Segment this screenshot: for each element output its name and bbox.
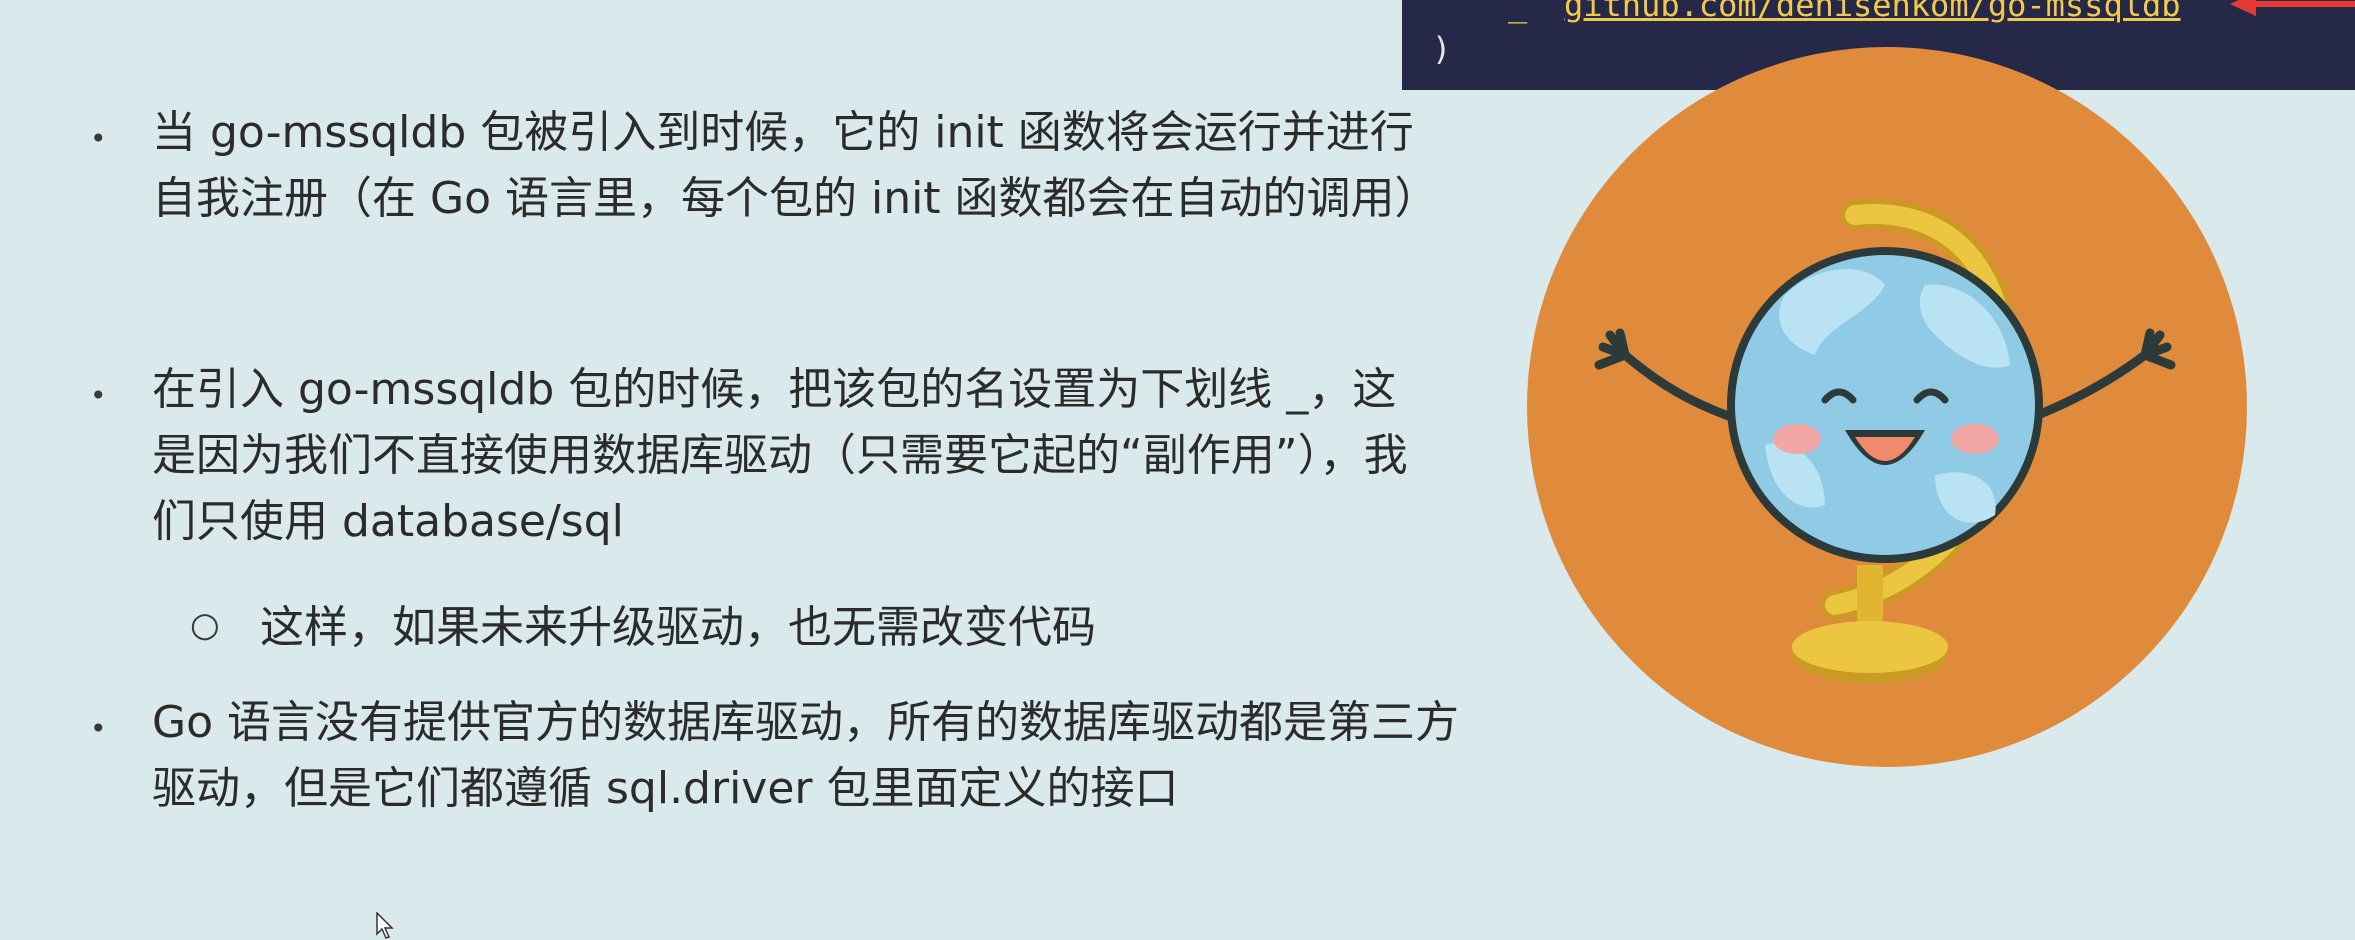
code-import-path: github.com/denisenkom/go-mssqldb	[1564, 0, 2181, 24]
sub-bullet-text: 这样，如果未来升级驱动，也无需改变代码	[260, 602, 1096, 653]
code-blank-identifier: _	[1508, 0, 1528, 24]
mouse-cursor-icon	[376, 912, 394, 939]
bullet-text: 在引入 go-mssqldb 包的时候，把该包的名设置为下划线 _，这是因为我们…	[152, 364, 1408, 547]
bullet-icon: •	[90, 712, 107, 745]
bullet-text: 当 go-mssqldb 包被引入到时候，它的 init 函数将会运行并进行自我…	[152, 107, 1439, 224]
red-arrow-icon	[2230, 0, 2355, 16]
smiling-globe-icon	[1527, 47, 2247, 767]
sub-bullet-icon: ○	[190, 605, 220, 645]
bullet-text: Go 语言没有提供官方的数据库驱动，所有的数据库驱动都是第三方驱动，但是它们都遵…	[152, 697, 1459, 814]
bullet-icon: •	[90, 122, 107, 155]
code-closing-paren: )	[1432, 30, 1452, 68]
bullet-icon: •	[90, 379, 107, 412]
